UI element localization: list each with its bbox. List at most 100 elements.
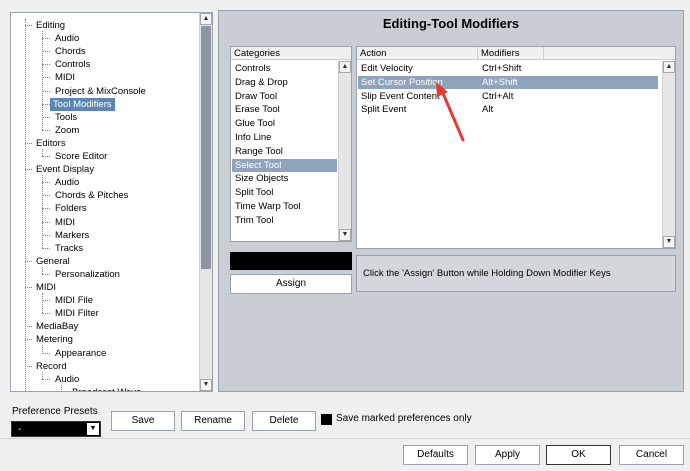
header-filler <box>544 47 675 60</box>
tree-connector <box>42 38 50 40</box>
category-item[interactable]: Glue Tool <box>232 117 337 130</box>
tree-connector <box>42 234 50 236</box>
categories-scrollbar[interactable]: ▲ ▼ <box>338 61 351 241</box>
table-row[interactable]: Split Event Alt <box>358 103 658 116</box>
tree-connector <box>42 64 50 66</box>
modifiers-column-header[interactable]: Modifiers <box>478 47 544 60</box>
category-item[interactable]: Erase Tool <box>232 103 337 116</box>
tree-connector <box>42 156 50 157</box>
category-item[interactable]: Time Warp Tool <box>232 200 337 213</box>
tree-item[interactable]: Audio <box>55 32 79 45</box>
tree-item[interactable]: Record <box>36 360 67 373</box>
tree-connector <box>25 260 32 262</box>
tree-item[interactable]: Markers <box>55 229 89 242</box>
preferences-tree: Editing Audio Chords Controls MIDI Project & … <box>10 12 213 392</box>
category-item[interactable]: Controls <box>232 62 337 75</box>
delete-button[interactable]: Delete <box>252 411 316 431</box>
tree-item[interactable]: Broadcast Wave <box>72 386 141 391</box>
tree-connector <box>42 182 50 184</box>
tree-connector <box>42 352 50 354</box>
tree-connector <box>25 19 26 391</box>
scroll-down-icon[interactable]: ▼ <box>200 379 212 391</box>
tree-connector <box>42 266 43 274</box>
tree-connector <box>61 384 62 391</box>
tree-item[interactable]: Folders <box>55 202 87 215</box>
tree-item[interactable]: MIDI <box>55 71 75 84</box>
panel-title: Editing-Tool Modifiers <box>382 16 520 31</box>
tree-connector <box>42 77 50 79</box>
tree-connector <box>25 169 32 171</box>
tree-item[interactable]: Chords & Pitches <box>55 189 128 202</box>
modifier-key-display <box>230 252 352 270</box>
tree-item[interactable]: MIDI Filter <box>55 307 99 320</box>
category-item[interactable]: Info Line <box>232 131 337 144</box>
tree-connector <box>42 148 43 156</box>
tree-connector <box>42 175 43 248</box>
tree-list: Editing Audio Chords Controls MIDI Project & … <box>11 13 200 391</box>
scroll-up-icon[interactable]: ▲ <box>200 13 212 25</box>
tree-connector <box>42 90 50 92</box>
action-column-header[interactable]: Action <box>357 47 478 60</box>
tree-connector <box>42 300 50 302</box>
save-marked-label: Save marked preferences only <box>336 413 472 424</box>
tree-item[interactable]: MIDI <box>36 281 56 294</box>
table-row[interactable]: Set Cursor Position Alt+Shift <box>358 75 658 89</box>
save-button[interactable]: Save <box>111 411 175 431</box>
modifiers-cell: Ctrl+Shift <box>482 63 522 74</box>
rename-button[interactable]: Rename <box>181 411 245 431</box>
assign-button[interactable]: Assign <box>230 274 352 294</box>
tree-scrollbar[interactable]: ▲ ▼ <box>199 13 212 391</box>
preference-presets-select[interactable]: - ▼ <box>11 421 101 437</box>
tree-item[interactable]: Chords <box>55 45 86 58</box>
tree-item[interactable]: Audio <box>55 176 79 189</box>
scroll-up-icon[interactable]: ▲ <box>663 61 675 73</box>
cancel-button[interactable]: Cancel <box>619 445 684 465</box>
save-marked-checkbox[interactable] <box>321 414 332 425</box>
tree-item[interactable]: Score Editor <box>55 150 107 163</box>
tree-connector <box>42 247 50 249</box>
tree-item[interactable]: Tools <box>55 111 77 124</box>
table-row[interactable]: Edit Velocity Ctrl+Shift <box>358 62 658 75</box>
chevron-down-icon[interactable]: ▼ <box>87 423 99 435</box>
defaults-button[interactable]: Defaults <box>403 445 468 465</box>
tree-item[interactable]: Audio <box>55 373 79 386</box>
category-item[interactable]: Draw Tool <box>232 90 337 103</box>
actions-table: Action Modifiers Edit Velocity Ctrl+Shift… <box>356 46 676 249</box>
table-row[interactable]: Slip Event Content Ctrl+Alt <box>358 90 658 103</box>
tree-item[interactable]: Editing <box>36 19 65 32</box>
tree-item[interactable]: MIDI <box>55 216 75 229</box>
scroll-up-icon[interactable]: ▲ <box>339 61 351 73</box>
tree-connector <box>42 129 50 131</box>
ok-button[interactable]: OK <box>546 445 611 465</box>
scroll-thumb[interactable] <box>201 26 211 269</box>
scroll-down-icon[interactable]: ▼ <box>663 236 675 248</box>
assign-hint: Click the 'Assign' Button while Holding … <box>356 255 676 292</box>
tree-item[interactable]: Appearance <box>55 347 106 360</box>
action-cell: Edit Velocity <box>361 63 413 74</box>
tree-item[interactable]: Zoom <box>55 124 79 137</box>
category-item[interactable]: Size Objects <box>232 172 337 185</box>
tree-connector <box>42 195 50 197</box>
tree-item[interactable]: Tracks <box>55 242 83 255</box>
apply-button[interactable]: Apply <box>475 445 540 465</box>
tree-item[interactable]: MIDI File <box>55 294 93 307</box>
actions-scrollbar[interactable]: ▲ ▼ <box>662 61 675 248</box>
category-item[interactable]: Select Tool <box>232 158 337 172</box>
tree-item[interactable]: Editors <box>36 137 66 150</box>
tree-item[interactable]: MediaBay <box>36 320 78 333</box>
tree-item[interactable]: Project & MixConsole <box>55 85 146 98</box>
category-item[interactable]: Trim Tool <box>232 214 337 227</box>
tree-item[interactable]: Personalization <box>55 268 120 281</box>
tree-connector <box>25 142 32 144</box>
category-item[interactable]: Drag & Drop <box>232 76 337 89</box>
tree-item[interactable]: Controls <box>55 58 90 71</box>
scroll-down-icon[interactable]: ▼ <box>339 229 351 241</box>
modifiers-cell: Alt+Shift <box>482 76 518 88</box>
tree-item[interactable]: Event Display <box>36 163 94 176</box>
category-item[interactable]: Range Tool <box>232 145 337 158</box>
modifiers-cell: Alt <box>482 104 494 116</box>
tree-item[interactable]: Tool Modifiers <box>50 97 115 111</box>
category-item[interactable]: Split Tool <box>232 186 337 199</box>
preset-value: - <box>18 424 22 435</box>
tree-connector <box>42 371 43 379</box>
